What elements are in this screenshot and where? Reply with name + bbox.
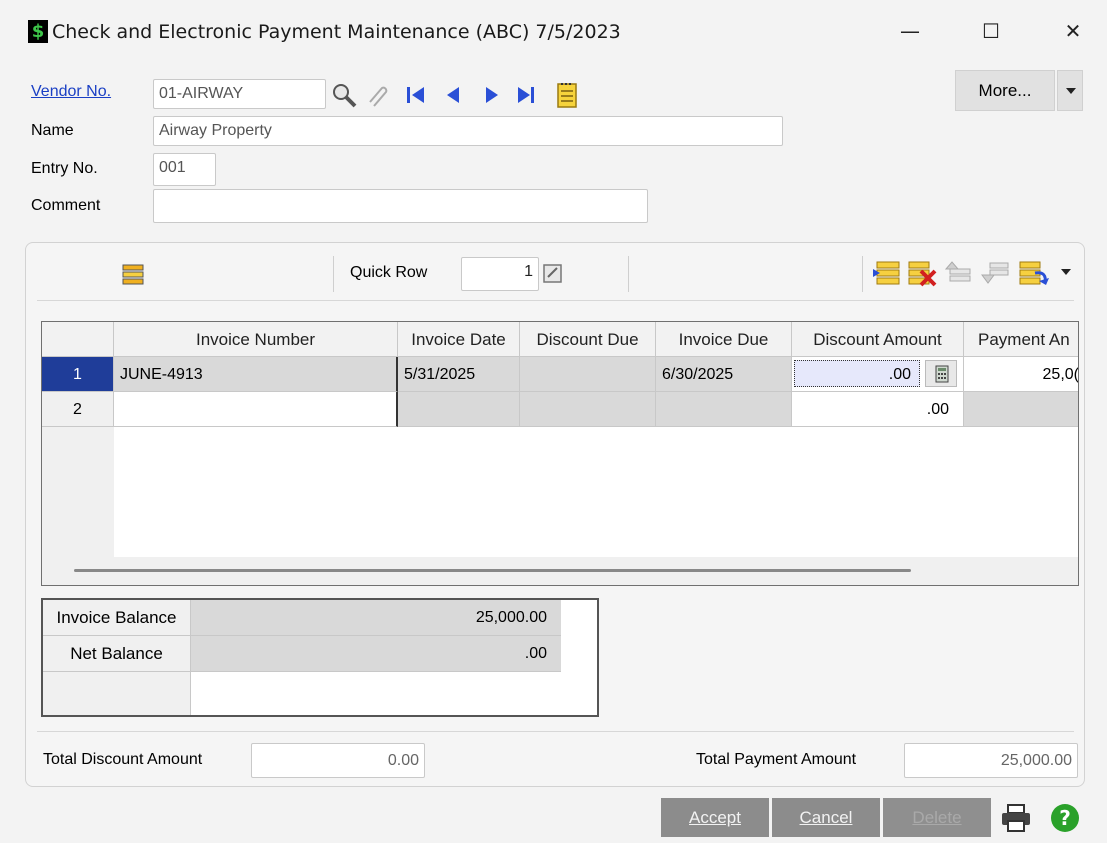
- close-button[interactable]: ✕: [1053, 14, 1093, 48]
- quick-row-lookup-icon[interactable]: [541, 261, 565, 285]
- delete-button[interactable]: Delete: [883, 798, 991, 837]
- quick-row-label: Quick Row: [350, 264, 428, 281]
- invoice-grid[interactable]: Invoice Number Invoice Date Discount Due…: [41, 321, 1079, 586]
- vendor-no-input[interactable]: 01-AIRWAY: [153, 79, 326, 109]
- cell-discount-amount[interactable]: .00: [792, 392, 964, 427]
- delete-label: Delete: [912, 808, 962, 827]
- insert-row-icon[interactable]: [872, 259, 902, 287]
- calculator-button[interactable]: [925, 360, 957, 387]
- scrollbar-thumb[interactable]: [74, 569, 911, 572]
- search-icon[interactable]: [330, 81, 358, 109]
- first-record-icon[interactable]: [406, 86, 426, 104]
- last-record-icon[interactable]: [516, 86, 536, 104]
- svg-text:?: ?: [1059, 806, 1071, 830]
- cell-invoice-due[interactable]: 6/30/2025: [656, 357, 792, 392]
- move-row-down-icon[interactable]: [980, 259, 1010, 287]
- horizontal-scrollbar[interactable]: [74, 557, 1078, 585]
- cell-invoice-number[interactable]: [114, 392, 398, 427]
- cell-invoice-due[interactable]: [656, 392, 792, 427]
- balance-empty-header: [43, 672, 191, 715]
- cancel-button[interactable]: Cancel: [772, 798, 880, 837]
- more-dropdown-button[interactable]: [1057, 70, 1083, 111]
- cell-invoice-number[interactable]: JUNE-4913: [114, 357, 398, 392]
- grid-empty-area: [114, 427, 1078, 557]
- toolbar-divider: [333, 256, 334, 292]
- quick-row-input[interactable]: 1: [461, 257, 539, 291]
- window-title: Check and Electronic Payment Maintenance…: [52, 21, 621, 43]
- memo-icon[interactable]: [556, 81, 578, 109]
- col-header-discount-amount[interactable]: Discount Amount: [792, 322, 964, 357]
- cell-discount-due[interactable]: [520, 357, 656, 392]
- name-field: Airway Property: [153, 116, 783, 146]
- comment-label: Comment: [31, 197, 101, 214]
- help-icon[interactable]: ?: [1049, 802, 1081, 834]
- toolbar-divider-2: [628, 256, 629, 292]
- cell-invoice-date[interactable]: 5/31/2025: [398, 357, 520, 392]
- comment-input[interactable]: [153, 189, 648, 223]
- calculator-icon: [935, 365, 949, 383]
- panel-divider: [37, 300, 1074, 301]
- col-header-discount-due[interactable]: Discount Due: [520, 322, 656, 357]
- entry-no-input[interactable]: 001: [153, 153, 216, 186]
- maximize-button[interactable]: ☐: [971, 14, 1011, 48]
- cell-payment-amount[interactable]: 25,0(: [964, 357, 1078, 392]
- cell-payment-amount[interactable]: [964, 392, 1078, 427]
- col-header-invoice-number[interactable]: Invoice Number: [114, 322, 398, 357]
- invoice-balance-value: 25,000.00: [191, 600, 561, 636]
- move-row-up-icon[interactable]: [944, 259, 974, 287]
- accept-label: Accept: [689, 808, 741, 827]
- balance-summary: Invoice Balance 25,000.00 Net Balance .0…: [41, 598, 599, 717]
- accept-button[interactable]: Accept: [661, 798, 769, 837]
- col-header-invoice-due[interactable]: Invoice Due: [656, 322, 792, 357]
- cancel-label: Cancel: [799, 808, 853, 827]
- invoice-balance-label: Invoice Balance: [43, 600, 191, 636]
- cell-discount-amount-active[interactable]: .00: [792, 357, 964, 392]
- app-icon: $: [28, 20, 48, 43]
- paperclip-icon[interactable]: [364, 82, 390, 108]
- chevron-down-icon: [1066, 88, 1076, 94]
- printer-icon[interactable]: [1000, 803, 1032, 833]
- row-header-empty: [42, 427, 115, 585]
- row-tools-dropdown-icon[interactable]: [1061, 269, 1071, 275]
- entry-no-label: Entry No.: [31, 160, 98, 177]
- vendor-no-link[interactable]: Vendor No.: [31, 83, 111, 101]
- discount-amount-input[interactable]: .00: [794, 360, 920, 387]
- cell-discount-due[interactable]: [520, 392, 656, 427]
- previous-record-icon[interactable]: [445, 86, 461, 104]
- totals-divider: [37, 731, 1074, 732]
- col-header-payment-amount[interactable]: Payment An: [964, 322, 1078, 357]
- delete-row-icon[interactable]: [906, 259, 938, 287]
- net-balance-label: Net Balance: [43, 636, 191, 672]
- vendor-nav-toolbar: [330, 80, 582, 110]
- toolbar-divider-3: [862, 256, 863, 292]
- total-discount-field: 0.00: [251, 743, 425, 778]
- copy-rows-icon[interactable]: [1017, 259, 1051, 287]
- row-number[interactable]: 1: [42, 357, 114, 392]
- cell-invoice-date[interactable]: [398, 392, 520, 427]
- col-header-invoice-date[interactable]: Invoice Date: [398, 322, 520, 357]
- more-button[interactable]: More...: [955, 70, 1055, 111]
- total-payment-field: 25,000.00: [904, 743, 1078, 778]
- grid-corner-header: [42, 322, 114, 357]
- columns-icon[interactable]: [120, 262, 146, 288]
- total-payment-label: Total Payment Amount: [696, 751, 857, 768]
- total-discount-label: Total Discount Amount: [43, 751, 203, 768]
- minimize-button[interactable]: —: [890, 14, 930, 48]
- name-label: Name: [31, 122, 74, 139]
- next-record-icon[interactable]: [484, 86, 500, 104]
- row-number[interactable]: 2: [42, 392, 114, 427]
- net-balance-value: .00: [191, 636, 561, 672]
